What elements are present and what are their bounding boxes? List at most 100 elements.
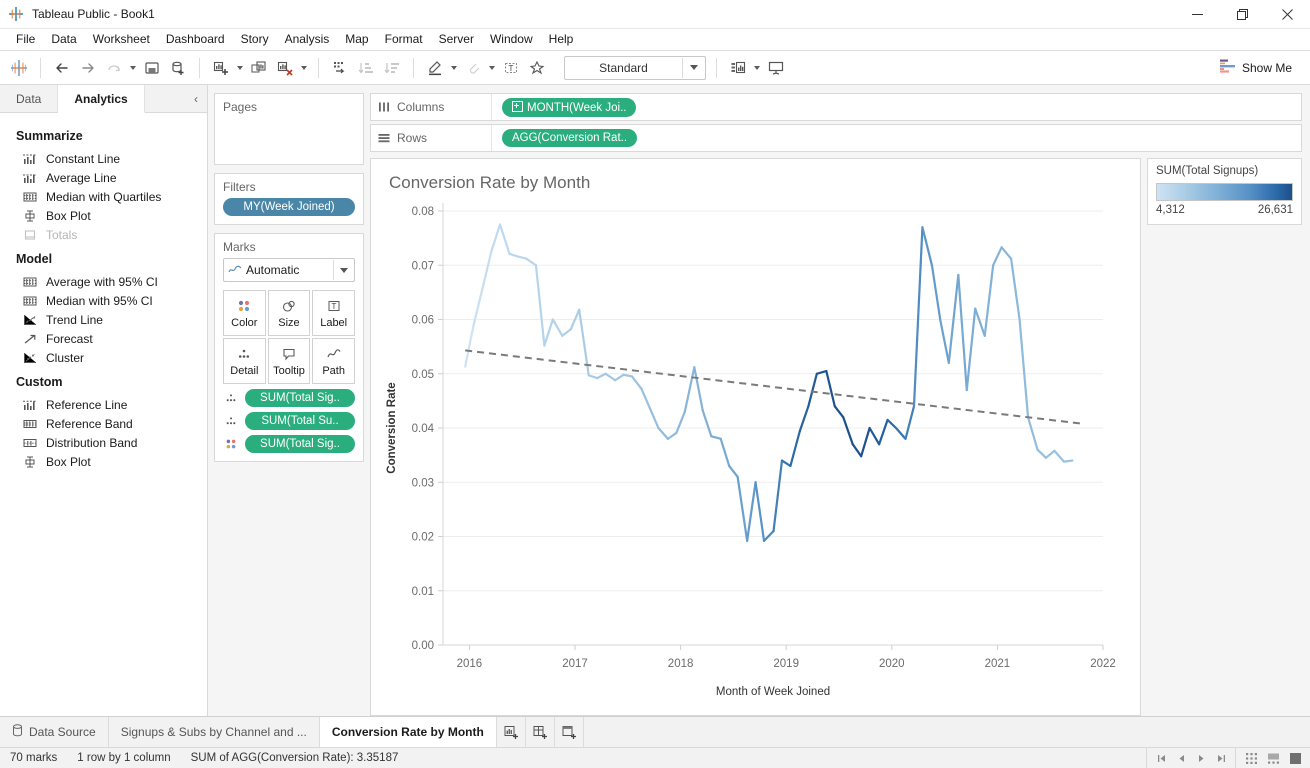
fit-dropdown-caret-icon[interactable] xyxy=(682,57,705,78)
back-arrow-icon[interactable] xyxy=(49,55,75,81)
single-view-icon[interactable] xyxy=(1284,749,1306,767)
status-marks-count: 70 marks xyxy=(10,752,58,764)
filters-card-body[interactable]: MY(Week Joined) xyxy=(215,198,363,224)
new-worksheet-tab-icon[interactable] xyxy=(497,717,526,747)
analytics-item-forecast[interactable]: Forecast xyxy=(0,329,207,348)
previous-page-icon[interactable] xyxy=(1171,749,1191,767)
menu-data[interactable]: Data xyxy=(43,29,84,50)
analytics-item-median-with-quartiles[interactable]: Median with Quartiles xyxy=(0,187,207,206)
menu-format[interactable]: Format xyxy=(377,29,431,50)
clear-sheet-icon[interactable] xyxy=(272,55,298,81)
menu-server[interactable]: Server xyxy=(431,29,482,50)
analytics-item-box-plot[interactable]: Box Plot xyxy=(0,206,207,225)
presentation-mode-icon[interactable] xyxy=(763,55,789,81)
analytics-item-median-with-95-ci[interactable]: Median with 95% CI xyxy=(0,291,207,310)
trend-line[interactable] xyxy=(465,349,1082,425)
first-page-icon[interactable] xyxy=(1151,749,1171,767)
save-icon[interactable] xyxy=(139,55,165,81)
tab-data[interactable]: Data xyxy=(0,85,59,112)
new-data-source-icon[interactable] xyxy=(165,55,191,81)
highlight-icon[interactable] xyxy=(422,55,448,81)
analytics-item-constant-line[interactable]: Constant Line xyxy=(0,149,207,168)
marks-size-button[interactable]: Size xyxy=(267,290,311,336)
marks-pill-detail-total-signups[interactable]: SUM(Total Sig.. xyxy=(245,389,355,407)
pages-card-title: Pages xyxy=(223,100,258,114)
analytics-item-average-with-95-ci[interactable]: Average with 95% CI xyxy=(0,272,207,291)
menu-map[interactable]: Map xyxy=(337,29,376,50)
last-page-icon[interactable] xyxy=(1211,749,1231,767)
columns-pill-month-week-joined[interactable]: MONTH(Week Joi.. xyxy=(502,97,637,117)
sort-ascending-icon[interactable] xyxy=(353,55,379,81)
marks-pill-color-total-signups[interactable]: SUM(Total Sig.. xyxy=(245,435,355,453)
mark-type-caret-icon[interactable] xyxy=(333,260,354,280)
pages-card-dropzone[interactable] xyxy=(215,118,363,164)
next-page-icon[interactable] xyxy=(1191,749,1211,767)
filter-pill-week-joined[interactable]: MY(Week Joined) xyxy=(223,198,355,216)
analytics-item-average-line[interactable]: Average Line xyxy=(0,168,207,187)
group-members-icon[interactable] xyxy=(460,55,486,81)
mark-type-dropdown[interactable]: Automatic xyxy=(223,258,355,282)
menu-story[interactable]: Story xyxy=(233,29,277,50)
menu-worksheet[interactable]: Worksheet xyxy=(85,29,158,50)
restore-icon[interactable] xyxy=(1220,0,1265,28)
show-me-button[interactable]: Show Me xyxy=(1214,56,1298,79)
new-dashboard-tab-icon[interactable] xyxy=(526,717,555,747)
marks-label-button[interactable]: T Label xyxy=(312,290,355,336)
duplicate-sheet-icon[interactable] xyxy=(246,55,272,81)
chart-view[interactable]: Conversion Rate by Month 0.00 0.01 0.02 0.0… xyxy=(370,158,1141,716)
cards-toggle-caret-icon[interactable] xyxy=(751,55,763,81)
collapse-panel-icon[interactable]: ‹ xyxy=(185,85,207,112)
line-series-conversion-rate[interactable] xyxy=(464,223,1074,542)
analytics-item-reference-line[interactable]: Reference Line xyxy=(0,395,207,414)
group-caret-icon[interactable] xyxy=(486,55,498,81)
cards-toggle-icon[interactable] xyxy=(725,55,751,81)
color-legend-gradient[interactable] xyxy=(1156,183,1293,201)
analytics-item-box-plot-custom[interactable]: Box Plot xyxy=(0,452,207,471)
forward-arrow-icon[interactable] xyxy=(75,55,101,81)
swap-rows-columns-icon[interactable] xyxy=(327,55,353,81)
highlight-caret-icon[interactable] xyxy=(448,55,460,81)
list-view-icon[interactable] xyxy=(1262,749,1284,767)
marks-color-button[interactable]: Color xyxy=(223,290,266,336)
show-mark-labels-icon[interactable]: T xyxy=(498,55,524,81)
analytics-item-distribution-band[interactable]: Distribution Band xyxy=(0,433,207,452)
tab-analytics[interactable]: Analytics xyxy=(58,85,145,113)
rows-pill-conversion-rate[interactable]: AGG(Conversion Rat.. xyxy=(502,129,638,147)
fit-dropdown[interactable]: Standard xyxy=(564,55,706,80)
x-axis-tick-label: 2021 xyxy=(985,658,1011,670)
close-icon[interactable] xyxy=(1265,0,1310,28)
analytics-item-label: Forecast xyxy=(46,331,93,346)
menu-window[interactable]: Window xyxy=(482,29,541,50)
refresh-dropdown-caret-icon[interactable] xyxy=(127,55,139,81)
menu-file[interactable]: File xyxy=(8,29,43,50)
conversion-rate-line-chart[interactable]: 0.00 0.01 0.02 0.03 0.04 0.05 0.06 0.07 0.08 2016… xyxy=(371,159,1123,709)
tableau-sparkle-icon[interactable] xyxy=(6,55,32,81)
expand-hierarchy-icon[interactable] xyxy=(512,100,523,112)
line-segment xyxy=(912,226,924,408)
menu-help[interactable]: Help xyxy=(541,29,582,50)
marks-detail-button[interactable]: Detail xyxy=(223,338,266,384)
clear-sheet-caret-icon[interactable] xyxy=(298,55,310,81)
analytics-item-trend-line[interactable]: Trend Line xyxy=(0,310,207,329)
analytics-item-reference-band[interactable]: Reference Band xyxy=(0,414,207,433)
analytics-item-cluster[interactable]: Cluster xyxy=(0,348,207,367)
fix-axes-icon[interactable] xyxy=(524,55,550,81)
marks-pill-detail-total-subs[interactable]: SUM(Total Su.. xyxy=(245,412,355,430)
rows-shelf[interactable]: Rows AGG(Conversion Rat.. xyxy=(370,124,1302,152)
grid-view-icon[interactable] xyxy=(1240,749,1262,767)
tab-signups-subs-by-channel[interactable]: Signups & Subs by Channel and ... xyxy=(109,717,320,747)
menu-analysis[interactable]: Analysis xyxy=(277,29,338,50)
marks-tooltip-button[interactable]: Tooltip xyxy=(267,338,311,384)
menu-dashboard[interactable]: Dashboard xyxy=(158,29,233,50)
analytics-item-totals[interactable]: Totals xyxy=(0,225,207,244)
tab-data-source[interactable]: Data Source xyxy=(0,717,109,747)
new-worksheet-caret-icon[interactable] xyxy=(234,55,246,81)
sort-descending-icon[interactable] xyxy=(379,55,405,81)
columns-shelf[interactable]: Columns MONTH(Week Joi.. xyxy=(370,93,1302,121)
marks-path-button[interactable]: Path xyxy=(312,338,355,384)
refresh-data-source-icon[interactable] xyxy=(101,55,127,81)
tab-conversion-rate-by-month[interactable]: Conversion Rate by Month xyxy=(319,717,497,747)
new-worksheet-icon[interactable] xyxy=(208,55,234,81)
minimize-icon[interactable] xyxy=(1175,0,1220,28)
new-story-tab-icon[interactable] xyxy=(555,717,584,747)
